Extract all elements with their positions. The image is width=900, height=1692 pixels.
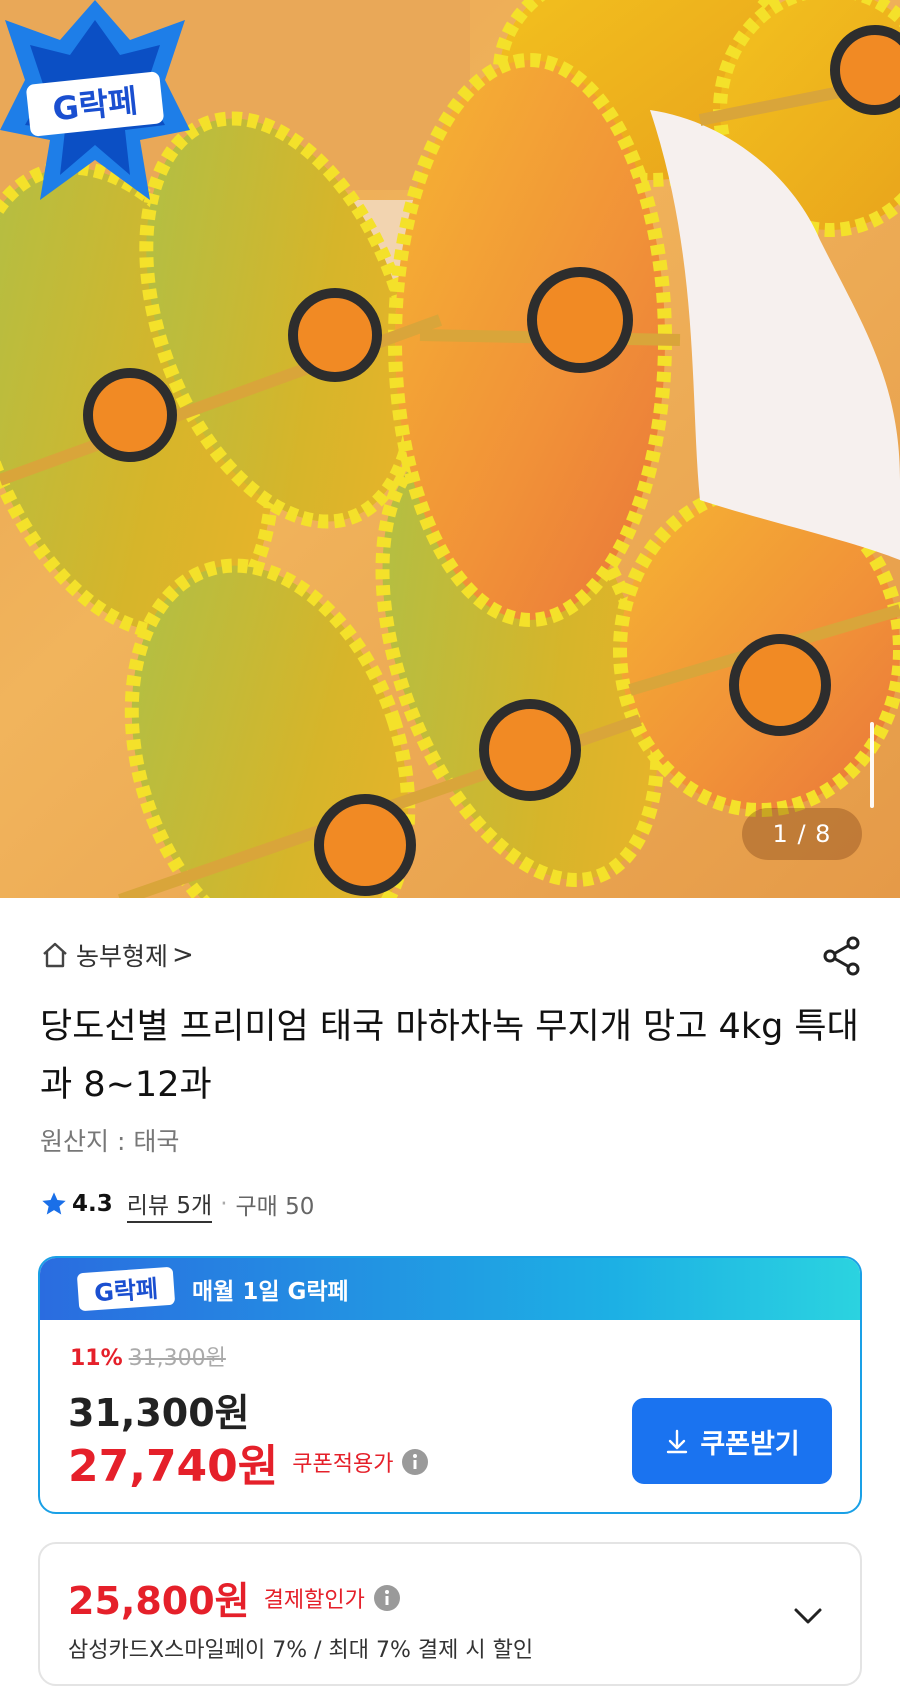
share-icon[interactable]: [820, 934, 864, 978]
payment-description: 삼성카드X스마일페이 7% / 최대 7% 결제 시 할인: [68, 1638, 534, 1663]
discount-line: 11% 31,300원: [70, 1340, 226, 1372]
product-image-gallery[interactable]: G락페 1 / 8: [0, 0, 900, 898]
get-coupon-label: 쿠폰받기: [700, 1428, 800, 1460]
payment-price: 25,800원: [68, 1579, 250, 1623]
coupon-price-label: 쿠폰적용가: [292, 1452, 394, 1477]
discount-percent: 11%: [70, 1346, 123, 1371]
home-icon: [43, 942, 67, 968]
review-link[interactable]: 리뷰 5개: [126, 1186, 213, 1223]
chevron-down-icon[interactable]: [790, 1598, 826, 1634]
purchase-count: 구매 50: [235, 1194, 315, 1220]
store-chevron: >: [172, 940, 194, 970]
store-link[interactable]: 농부형제 >: [40, 935, 194, 975]
separator-dot: ·: [220, 1191, 228, 1217]
g-lakpe-mini-badge: G락페: [77, 1267, 175, 1311]
g-lakpe-badge: G락페: [0, 0, 190, 200]
payment-price-label: 결제할인가: [263, 1587, 365, 1613]
scroll-indicator: [870, 722, 874, 808]
store-name: 농부형제: [76, 942, 169, 971]
product-origin: 원산지 : 태국: [40, 1127, 180, 1156]
coupon-price-row: 27,740원 쿠폰적용가: [68, 1430, 429, 1494]
payment-discount-box[interactable]: 25,800원 결제할인가 삼성카드X스마일페이 7% / 최대 7% 결제 시…: [38, 1542, 862, 1686]
svg-text:G락페: G락페: [93, 1275, 159, 1307]
coupon-price: 27,740원: [68, 1441, 279, 1492]
star-icon: [42, 1192, 66, 1215]
rating-row: 4.3 리뷰 5개 · 구매 50: [40, 1184, 314, 1224]
info-icon[interactable]: [373, 1584, 401, 1612]
coupon-header-text: 매월 1일 G락페: [192, 1279, 349, 1305]
product-title: 당도선별 프리미엄 태국 마하차녹 무지개 망고 4kg 특대과 8~12과: [40, 1007, 859, 1105]
coupon-box: G락페 매월 1일 G락페 11% 31,300원 31,300원 27,740…: [38, 1256, 862, 1514]
rating-score: 4.3: [72, 1191, 113, 1217]
strikethrough-price: 31,300원: [128, 1346, 226, 1371]
download-icon: [667, 1429, 688, 1454]
image-counter: 1 / 8: [742, 808, 862, 860]
coupon-header: G락페 매월 1일 G락페: [40, 1258, 860, 1320]
info-icon[interactable]: [401, 1448, 429, 1476]
original-price: 31,300원: [68, 1391, 250, 1435]
payment-price-row: 25,800원 결제할인가: [68, 1570, 401, 1625]
get-coupon-button[interactable]: 쿠폰받기: [632, 1398, 832, 1484]
